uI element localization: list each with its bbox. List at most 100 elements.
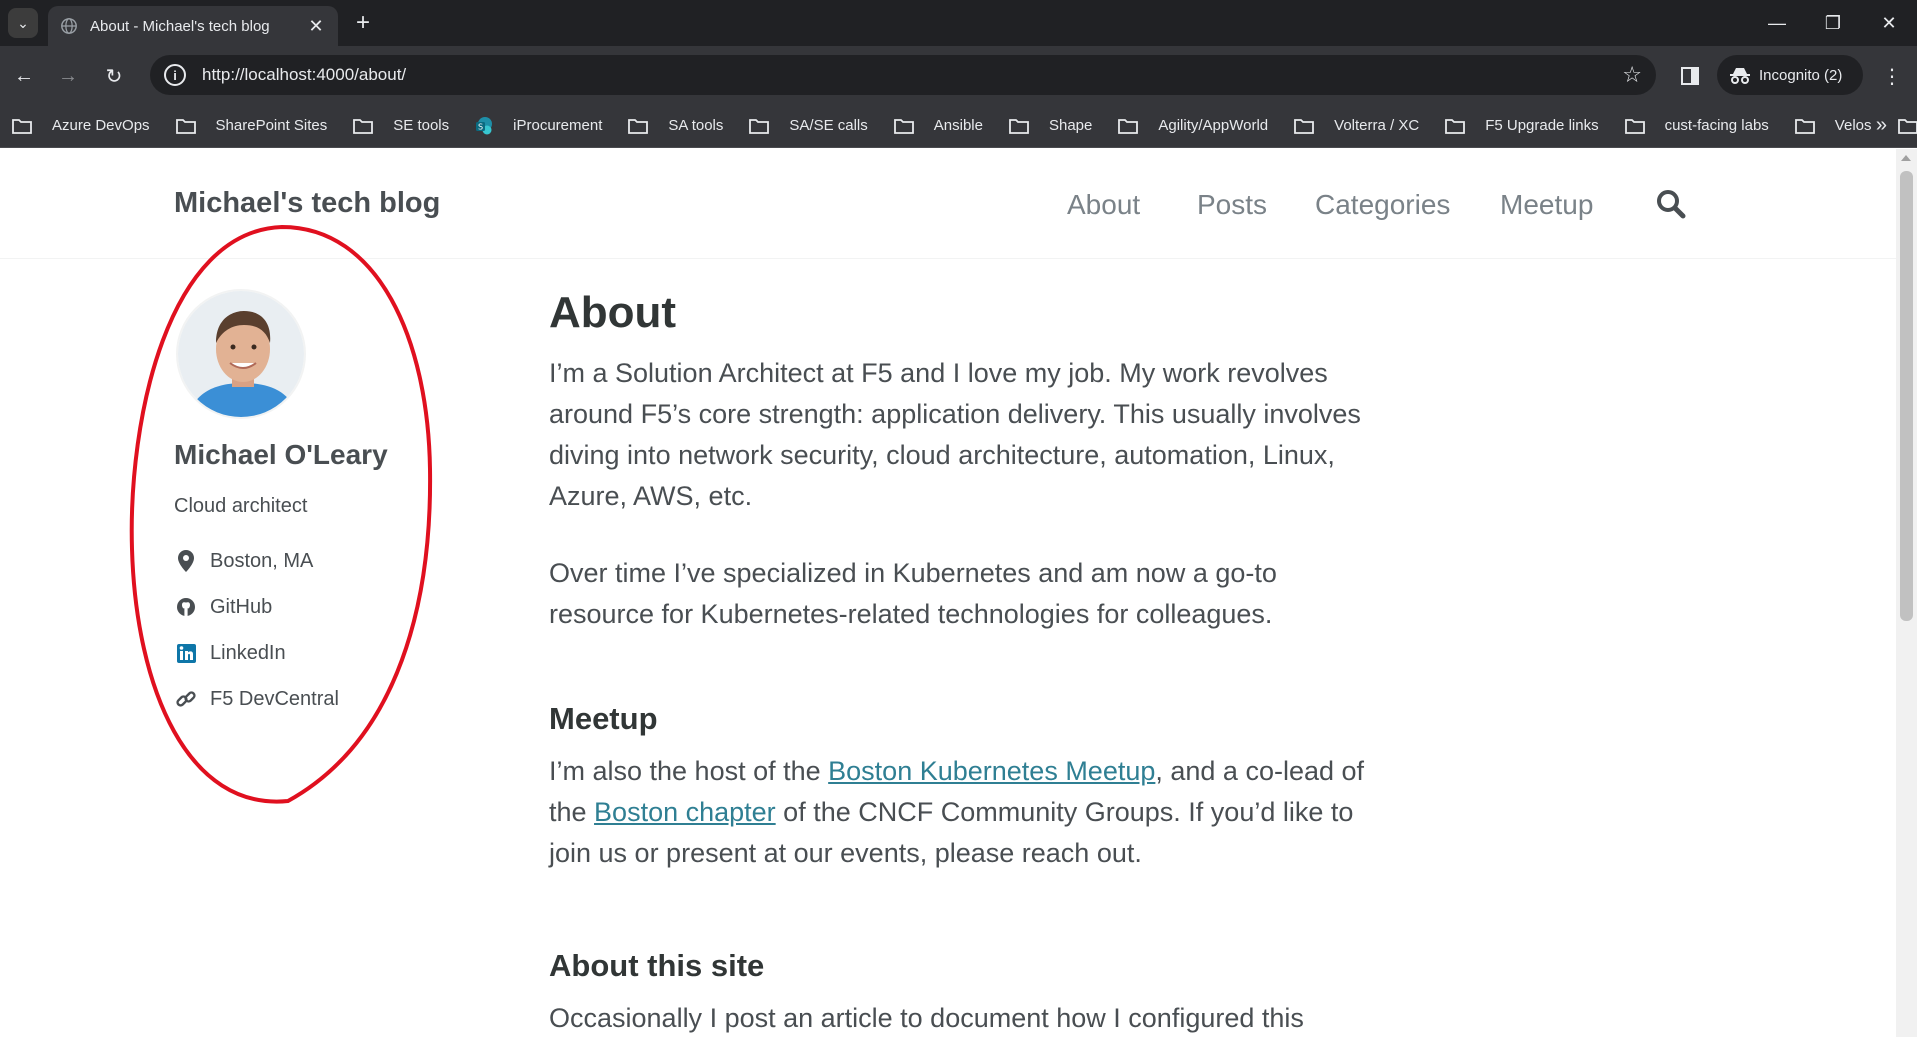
minimize-button[interactable]: —: [1749, 0, 1805, 46]
author-link-devcentral[interactable]: F5 DevCentral: [174, 676, 434, 722]
bookmark-item[interactable]: SiProcurement: [475, 116, 603, 135]
site-info-icon[interactable]: i: [164, 64, 186, 86]
bookmark-label: F5 Upgrade links: [1485, 117, 1599, 134]
folder-icon: [1009, 118, 1039, 134]
author-link-label: F5 DevCentral: [210, 687, 339, 710]
folder-icon: [628, 118, 658, 134]
author-sidebar: Michael O'Leary Cloud architect Boston, …: [174, 289, 434, 722]
sharepoint-icon: S: [475, 116, 503, 135]
back-button[interactable]: ←: [8, 60, 40, 92]
bookmark-label: Ansible: [933, 117, 983, 134]
bookmark-star-icon[interactable]: ☆: [1622, 62, 1642, 88]
nav-meetup[interactable]: Meetup: [1500, 189, 1593, 221]
side-panel-icon: [1681, 67, 1699, 85]
arrow-left-icon: ←: [14, 64, 34, 87]
bookmark-item[interactable]: cust-facing labs: [1624, 117, 1769, 134]
map-marker-icon: [174, 550, 198, 572]
bookmark-item[interactable]: Agility/AppWorld: [1118, 117, 1268, 134]
folder-icon: [1897, 118, 1917, 134]
minimize-icon: —: [1768, 12, 1786, 33]
bookmark-label: Volterra / XC: [1334, 117, 1420, 134]
bookmark-item[interactable]: Velos: [1794, 117, 1872, 134]
author-photo: [178, 291, 304, 417]
bookmark-label: Agility/AppWorld: [1158, 117, 1269, 134]
author-links: Boston, MA GitHub LinkedIn F5 DevCentral: [174, 538, 434, 722]
incognito-label: Incognito (2): [1759, 66, 1843, 84]
folder-icon: [1445, 118, 1475, 134]
bookmark-label: SA tools: [668, 117, 724, 134]
vertical-scrollbar[interactable]: [1896, 149, 1917, 1037]
address-bar[interactable]: i http://localhost:4000/about/ ☆: [150, 55, 1656, 95]
tab-search-button[interactable]: ⌄: [8, 8, 38, 38]
bookmark-label: Shape: [1048, 117, 1093, 134]
bookmark-label: iProcurement: [513, 117, 603, 134]
url-text[interactable]: http://localhost:4000/about/: [202, 65, 1622, 85]
tab-strip: ⌄ About - Michael's tech blog ✕ + — ❐ ✕: [0, 0, 1917, 46]
bookmarks-overflow-icon[interactable]: »: [1876, 114, 1887, 137]
bookmark-item[interactable]: F5 Upgrade links: [1445, 117, 1599, 134]
side-panel-button[interactable]: [1674, 60, 1706, 92]
page-content: About I’m a Solution Architect at F5 and…: [549, 288, 1369, 1037]
reload-button[interactable]: ↻: [98, 60, 130, 92]
about-site-heading: About this site: [549, 948, 765, 984]
incognito-button[interactable]: Incognito (2): [1717, 55, 1863, 95]
tab-title: About - Michael's tech blog: [90, 17, 270, 35]
bookmark-item[interactable]: SA/SE calls: [749, 117, 868, 134]
folder-icon: [175, 118, 206, 134]
close-icon[interactable]: ✕: [306, 16, 326, 37]
author-link-linkedin[interactable]: LinkedIn: [174, 630, 434, 676]
paragraph-meetup: I’m also the host of the Boston Kubernet…: [549, 751, 1369, 874]
linkedin-icon: [174, 643, 198, 663]
folder-icon: [1294, 118, 1324, 134]
restore-button[interactable]: ❐: [1805, 0, 1861, 46]
bookmarks-bar: Azure DevOps SharePoint Sites SE tools SiPr…: [0, 104, 1917, 148]
bookmark-label: SA/SE calls: [789, 117, 868, 134]
folder-icon: [1118, 118, 1148, 134]
nav-posts[interactable]: Posts: [1197, 189, 1267, 221]
author-bio: Cloud architect: [174, 495, 308, 517]
folder-icon: [353, 118, 383, 134]
boston-kubernetes-meetup-link[interactable]: Boston Kubernetes Meetup: [828, 756, 1155, 786]
incognito-icon: [1730, 68, 1750, 84]
bookmark-item[interactable]: CWB: [1897, 117, 1917, 134]
folder-icon: [749, 118, 779, 134]
link-icon: [174, 689, 198, 709]
chevron-down-icon: ⌄: [17, 14, 29, 31]
folder-icon: [1624, 118, 1655, 134]
bookmark-item[interactable]: Shape: [1009, 117, 1092, 134]
bookmark-item[interactable]: SA tools: [628, 117, 723, 134]
nav-about[interactable]: About: [1067, 189, 1140, 221]
meetup-text-pre: I’m also the host of the: [549, 756, 829, 787]
search-icon[interactable]: [1656, 189, 1686, 219]
tab-active[interactable]: About - Michael's tech blog ✕: [48, 6, 338, 46]
github-icon: [174, 597, 198, 617]
boston-chapter-link[interactable]: Boston chapter: [594, 797, 776, 827]
forward-button[interactable]: →: [52, 60, 84, 92]
nav-categories[interactable]: Categories: [1315, 189, 1450, 221]
folder-icon: [893, 118, 924, 134]
menu-button[interactable]: ⋮: [1876, 60, 1908, 92]
page-viewport: Michael's tech blog About Posts Categori…: [0, 149, 1896, 1037]
close-icon: ✕: [1881, 12, 1897, 33]
plus-icon: +: [355, 9, 370, 36]
bookmark-item[interactable]: SE tools: [353, 117, 449, 134]
restore-icon: ❐: [1824, 12, 1842, 33]
globe-icon: [61, 18, 77, 34]
bookmark-label: Velos: [1834, 117, 1872, 134]
site-title[interactable]: Michael's tech blog: [174, 187, 440, 220]
bookmark-label: SharePoint Sites: [215, 117, 328, 134]
new-tab-button[interactable]: +: [348, 8, 378, 38]
bookmark-item[interactable]: Volterra / XC: [1294, 117, 1419, 134]
scroll-up-arrow-icon[interactable]: [1901, 155, 1911, 161]
bookmark-item[interactable]: Azure DevOps: [12, 117, 150, 134]
paragraph-kubernetes: Over time I’ve specialized in Kubernetes…: [549, 558, 1277, 630]
bookmark-item[interactable]: SharePoint Sites: [175, 117, 328, 134]
close-window-button[interactable]: ✕: [1861, 0, 1917, 46]
bookmark-label: SE tools: [393, 117, 450, 134]
bookmark-label: Azure DevOps: [52, 117, 150, 134]
author-link-github[interactable]: GitHub: [174, 584, 434, 630]
meetup-heading: Meetup: [549, 701, 658, 737]
svg-text:S: S: [478, 122, 483, 131]
bookmark-item[interactable]: Ansible: [893, 117, 983, 134]
scrollbar-thumb[interactable]: [1900, 171, 1913, 621]
